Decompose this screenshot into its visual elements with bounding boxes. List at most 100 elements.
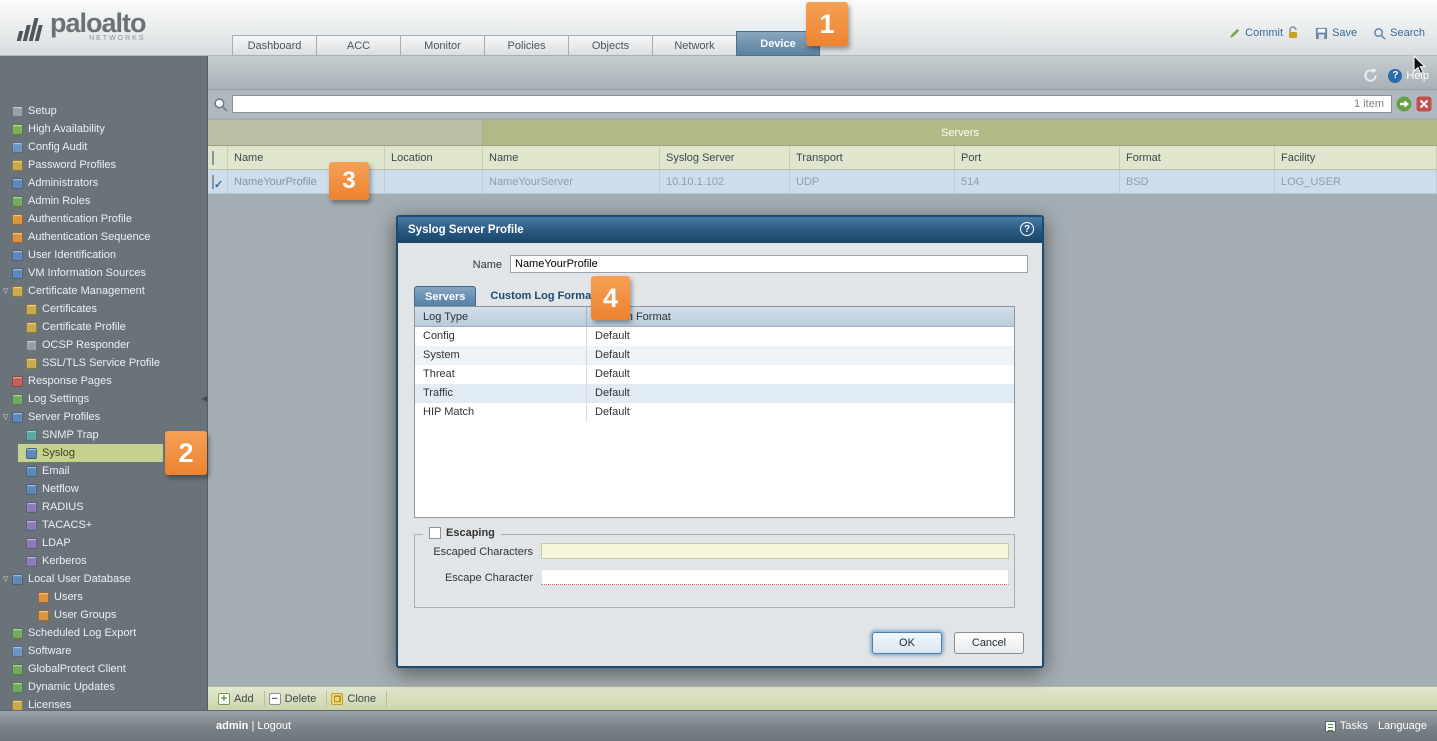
nav-tab[interactable]: Network	[652, 35, 736, 56]
sidebar-item[interactable]: User Groups	[0, 606, 207, 624]
footer-right: Tasks Language	[1325, 720, 1427, 732]
sidebar-item-icon	[26, 448, 37, 459]
add-button[interactable]: Add	[214, 691, 265, 707]
custom-format-cell: Default	[587, 384, 1014, 403]
sidebar-item[interactable]: Certificate Profile	[0, 318, 207, 336]
nav-tab[interactable]: ACC	[316, 35, 400, 56]
sidebar-item[interactable]: SSL/TLS Service Profile	[0, 354, 207, 372]
sidebar-item[interactable]: VM Information Sources	[0, 264, 207, 282]
ok-button[interactable]: OK	[872, 632, 942, 654]
log-table-row[interactable]: Threat Default	[415, 365, 1014, 384]
sidebar-item-label: Certificates	[42, 303, 97, 315]
sidebar-item[interactable]: Password Profiles	[0, 156, 207, 174]
clear-filter-icon[interactable]	[1416, 96, 1432, 112]
apply-filter-icon[interactable]	[1396, 96, 1412, 112]
log-type-cell: Config	[415, 327, 587, 346]
clone-button[interactable]: Clone	[327, 691, 387, 707]
nav-tab[interactable]: Objects	[568, 35, 652, 56]
col-syslog-server[interactable]: Syslog Server	[660, 146, 790, 169]
sidebar-item[interactable]: Kerberos	[0, 552, 207, 570]
sidebar-item-icon	[12, 232, 23, 243]
nav-tab[interactable]: Policies	[484, 35, 568, 56]
sidebar-item[interactable]: Users	[0, 588, 207, 606]
sidebar-item-icon	[26, 304, 37, 315]
col-transport[interactable]: Transport	[790, 146, 955, 169]
sidebar-item[interactable]: Licenses	[0, 696, 207, 710]
dialog-tab[interactable]: Servers	[414, 286, 476, 306]
sidebar-item-icon	[26, 322, 37, 333]
escape-character-input[interactable]	[541, 569, 1009, 585]
profile-name-input[interactable]	[510, 255, 1028, 273]
table-row[interactable]: NameYourProfile NameYourServer 10.10.1.1…	[208, 170, 1437, 194]
expand-arrow-icon[interactable]: ▽	[3, 287, 12, 295]
sidebar-item[interactable]: Admin Roles	[0, 192, 207, 210]
sidebar-item[interactable]: RADIUS	[0, 498, 207, 516]
log-table-row[interactable]: Traffic Default	[415, 384, 1014, 403]
sidebar-item[interactable]: OCSP Responder	[0, 336, 207, 354]
dialog-tab[interactable]: Custom Log Format	[480, 286, 605, 306]
row-checkbox[interactable]	[212, 175, 214, 189]
sidebar-item[interactable]: Authentication Profile	[0, 210, 207, 228]
lock-icon	[1287, 26, 1299, 40]
sidebar-item[interactable]: Certificates	[0, 300, 207, 318]
nav-tab[interactable]: Dashboard	[232, 35, 316, 56]
cell-format: BSD	[1120, 170, 1275, 193]
sidebar-item[interactable]: Response Pages	[0, 372, 207, 390]
sidebar-item[interactable]: TACACS+	[0, 516, 207, 534]
dialog-help-icon[interactable]	[1020, 222, 1034, 236]
language-button[interactable]: Language	[1378, 720, 1427, 732]
syslog-server-profile-dialog: Syslog Server Profile Name ServersCustom…	[396, 215, 1044, 668]
save-button[interactable]: Save	[1315, 27, 1357, 40]
filter-input[interactable]	[232, 95, 1392, 113]
escaping-label: Escaping	[446, 527, 495, 539]
sidebar-item[interactable]: ▽ Certificate Management	[0, 282, 207, 300]
sidebar-item[interactable]: ▽ Server Profiles	[0, 408, 207, 426]
expand-arrow-icon[interactable]: ▽	[3, 575, 12, 583]
sidebar-item[interactable]: ▽ Local User Database	[0, 570, 207, 588]
sidebar-item[interactable]: Netflow	[0, 480, 207, 498]
log-table-row[interactable]: System Default	[415, 346, 1014, 365]
col-server-name[interactable]: Name	[483, 146, 660, 169]
sidebar-item[interactable]: LDAP	[0, 534, 207, 552]
sidebar-item[interactable]: Setup	[0, 102, 207, 120]
table-group-header: Servers	[208, 120, 1437, 146]
commit-button[interactable]: Commit	[1228, 26, 1299, 40]
logout-link[interactable]: Logout	[257, 720, 291, 732]
tasks-icon	[1325, 721, 1336, 732]
sidebar-item[interactable]: Software	[0, 642, 207, 660]
cancel-button[interactable]: Cancel	[954, 632, 1024, 654]
sidebar-item[interactable]: User Identification	[0, 246, 207, 264]
add-icon	[218, 693, 230, 705]
sidebar-item[interactable]: Config Audit	[0, 138, 207, 156]
col-facility[interactable]: Facility	[1275, 146, 1437, 169]
search-button[interactable]: Search	[1373, 27, 1425, 40]
log-table-header: Log Type Custom Format	[415, 307, 1014, 327]
tasks-label: Tasks	[1340, 720, 1368, 732]
sidebar-item[interactable]: Log Settings	[0, 390, 207, 408]
sidebar-item[interactable]: Dynamic Updates	[0, 678, 207, 696]
log-table-row[interactable]: Config Default	[415, 327, 1014, 346]
refresh-icon[interactable]	[1363, 68, 1378, 83]
nav-tab[interactable]: Monitor	[400, 35, 484, 56]
sidebar-item[interactable]: Authentication Sequence	[0, 228, 207, 246]
expand-arrow-icon[interactable]: ▽	[3, 413, 12, 421]
sidebar-item[interactable]: Scheduled Log Export	[0, 624, 207, 642]
sidebar-item[interactable]: High Availability	[0, 120, 207, 138]
splitter-collapse-icon[interactable]: ◀	[201, 394, 207, 403]
escaped-characters-input[interactable]	[541, 543, 1009, 559]
log-table-row[interactable]: HIP Match Default	[415, 403, 1014, 422]
tasks-button[interactable]: Tasks	[1325, 720, 1368, 732]
sidebar-item-label: High Availability	[28, 123, 105, 135]
escaping-checkbox[interactable]	[429, 527, 441, 539]
sidebar-item-label: Setup	[28, 105, 57, 117]
header-checkbox[interactable]	[212, 151, 214, 165]
sidebar-item[interactable]: Administrators	[0, 174, 207, 192]
dialog-title-bar[interactable]: Syslog Server Profile	[398, 217, 1042, 243]
sidebar-item[interactable]: GlobalProtect Client	[0, 660, 207, 678]
sidebar-item-label: Email	[42, 465, 70, 477]
delete-button[interactable]: Delete	[265, 691, 328, 707]
col-location[interactable]: Location	[385, 146, 483, 169]
col-port[interactable]: Port	[955, 146, 1120, 169]
col-format[interactable]: Format	[1120, 146, 1275, 169]
commit-label: Commit	[1245, 27, 1283, 39]
